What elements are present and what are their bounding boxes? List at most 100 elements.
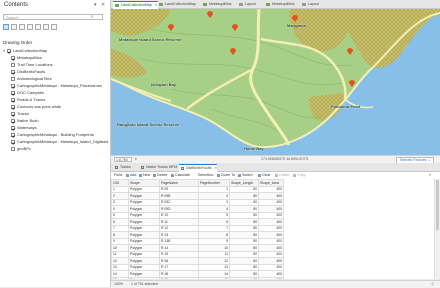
layer-visibility-checkbox[interactable]	[11, 97, 15, 102]
contents-title: Contents	[4, 2, 29, 8]
new-field-button[interactable]: New	[139, 172, 150, 179]
layer-visibility-checkbox[interactable]	[11, 139, 15, 144]
zoom-to-button[interactable]: Zoom To	[217, 172, 235, 179]
table-icon	[181, 167, 184, 170]
map-icon	[159, 3, 163, 6]
clear-icon	[258, 173, 261, 177]
search-input[interactable]: Search	[3, 14, 103, 20]
layer-item[interactable]: MetalsquiBlos	[3, 55, 111, 61]
tab-distbedtofaults[interactable]: DistBedtoFaults ✕	[179, 164, 218, 172]
layer-item[interactable]: ArchaeologicalTiles	[3, 76, 111, 82]
layer-visibility-checkbox[interactable]	[11, 62, 15, 67]
layer-item[interactable]: DOC Campsite	[3, 90, 111, 96]
layer-label: Waterways	[17, 125, 37, 130]
list-by-drawing-order-icon[interactable]	[3, 24, 9, 30]
table-cell[interactable]: Polygon	[128, 276, 160, 279]
map-view[interactable]: Motairupe Island Scenic Reserve Mangaroa…	[111, 9, 440, 155]
tab-layout-2[interactable]: Layout	[300, 1, 319, 8]
calculate-field-button[interactable]: Calculate	[171, 172, 190, 179]
pin-icon[interactable]: ▾	[94, 2, 97, 8]
layer-visibility-checkbox[interactable]	[11, 90, 15, 95]
layer-item[interactable]: Trail Time Locations	[3, 62, 111, 68]
layout-icon	[239, 3, 243, 6]
table-menu-icon[interactable]: ≡	[429, 172, 431, 179]
layer-item[interactable]: Roads & Tracks	[3, 97, 111, 103]
coordinate-readout: 174.9065826°E 36.8091474°S	[261, 157, 309, 161]
table-row[interactable]: 15PolygonR 191580400	[111, 276, 284, 279]
layer-item[interactable]: ▾ LandCollectionMap	[3, 48, 107, 54]
table-icon	[115, 166, 118, 169]
new-icon	[139, 173, 142, 177]
clear-selection-button[interactable]: Clear	[258, 172, 271, 179]
label-pokohinu: Pokohinu Point	[331, 104, 361, 109]
layer-item[interactable]: CartographicMetalsqui - Building Footpri…	[3, 132, 111, 138]
tab-layout[interactable]: Layout	[237, 1, 256, 8]
table-cell[interactable]: 15	[198, 276, 230, 279]
layer-visibility-checkbox[interactable]	[11, 132, 15, 137]
scale-selector[interactable]: 1:8,754	[114, 157, 132, 162]
tab-map-2[interactable]: LandCollectionMap	[157, 1, 196, 8]
label-mangaroa: Mangaroa	[287, 23, 306, 28]
list-by-labeling-icon[interactable]	[43, 24, 49, 30]
layer-visibility-checkbox[interactable]	[11, 111, 15, 116]
table-cell[interactable]: 400	[258, 276, 284, 279]
layer-visibility-checkbox[interactable]	[11, 55, 15, 60]
table-cell[interactable]: 80	[229, 276, 259, 279]
layer-visibility-checkbox[interactable]	[11, 76, 15, 81]
layer-visibility-checkbox[interactable]	[11, 118, 15, 123]
layer-item[interactable]: CartographicMetalsqui - Metalsqui_Placen…	[3, 83, 111, 89]
layer-item[interactable]: Tracks	[3, 111, 111, 117]
layer-item[interactable]: CartographicMetalsqui - Metalsqui_Island…	[3, 139, 111, 145]
layer-label: MetalsquiBlos	[17, 55, 42, 60]
layer-item[interactable]: Native Bush	[3, 118, 111, 124]
tab-map[interactable]: LandCollectionMap ✕	[113, 1, 158, 9]
layer-label: Trail Time Locations	[17, 62, 53, 67]
map-icon	[115, 4, 119, 7]
layer-item[interactable]: Contours aus pubs white	[3, 104, 111, 110]
delete-field-button[interactable]: Delete	[153, 172, 167, 179]
copy-selection-button[interactable]: Copy	[293, 172, 305, 179]
table-scrollbar-thumb[interactable]	[436, 180, 439, 230]
selection-label: Selection:	[198, 173, 214, 177]
layer-label: CartographicMetalsqui - Metalsqui_Placen…	[17, 83, 102, 88]
table-cell[interactable]: R 19	[159, 276, 199, 279]
layer-visibility-checkbox[interactable]	[11, 83, 15, 88]
close-icon[interactable]: ✕	[101, 2, 105, 8]
layer-visibility-checkbox[interactable]	[11, 125, 15, 130]
attribute-table: OID Shape PageName PageNumber Shape_Length Sh…	[111, 179, 434, 279]
add-icon	[126, 173, 129, 177]
layer-visibility-checkbox[interactable]	[11, 69, 15, 74]
zoom-icon	[217, 173, 220, 177]
table-cell[interactable]: 15	[111, 276, 129, 279]
layer-label: DistBedtoFaults	[17, 69, 46, 74]
table-scrollbar[interactable]	[434, 179, 440, 279]
switch-selection-button[interactable]: Switch	[238, 172, 253, 179]
delete-icon	[153, 173, 156, 177]
list-by-perspective-icon[interactable]	[51, 24, 57, 30]
layer-label: DOC Campsite	[17, 90, 44, 95]
layer-visibility-checkbox[interactable]	[11, 146, 15, 151]
list-by-source-icon[interactable]	[11, 24, 17, 30]
calculate-icon	[171, 173, 174, 177]
field-label: Field:	[114, 173, 123, 177]
tab-native-tracks[interactable]: Native Tracks WFM	[139, 164, 177, 171]
attribute-table-grid: OID Shape PageName PageNumber Shape_Length Sh…	[111, 179, 284, 279]
delete-selection-button[interactable]: Delete	[275, 172, 289, 179]
layer-visibility-checkbox[interactable]	[11, 104, 15, 109]
add-field-button[interactable]: Add	[126, 172, 136, 179]
list-by-snapping-icon[interactable]	[35, 24, 41, 30]
tab-metalsqui-blos[interactable]: MetalsquiBlos	[201, 1, 231, 8]
close-tab-icon[interactable]: ✕	[214, 166, 217, 170]
list-by-editing-icon[interactable]	[27, 24, 33, 30]
layer-item[interactable]: Waterways	[3, 125, 111, 131]
list-by-selection-icon[interactable]	[19, 24, 25, 30]
layer-label: Roads & Tracks	[17, 97, 46, 102]
layer-visibility-checkbox[interactable]	[7, 48, 11, 53]
layer-item[interactable]: DistBedtoFaults	[3, 69, 111, 75]
tab-metalsqui-blos-2[interactable]: MetalsquiBlos	[264, 1, 294, 8]
tab-tracks[interactable]: Tracks	[113, 164, 131, 171]
switch-icon	[238, 173, 241, 177]
search-icon[interactable]: ⌕	[91, 14, 94, 19]
layer-item[interactable]: geoBPc	[3, 146, 111, 152]
scale-dropdown-icon[interactable]: ▾	[135, 156, 137, 163]
